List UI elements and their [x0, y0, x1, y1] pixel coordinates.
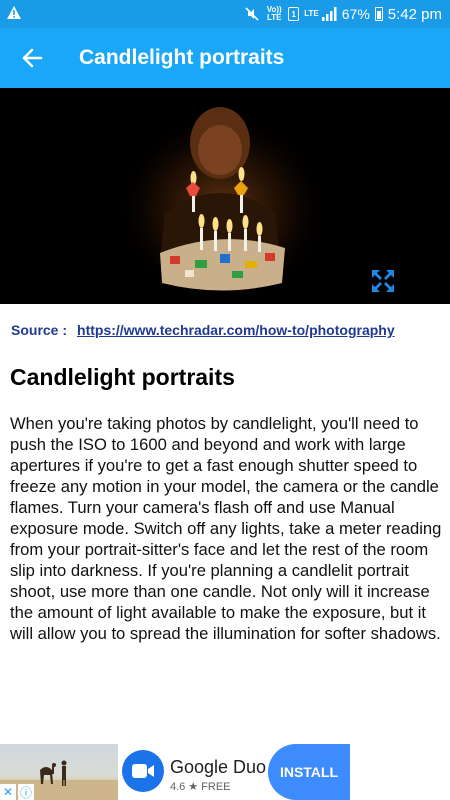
expand-icon: [372, 270, 394, 292]
source-line: Source : https://www.techradar.com/how-t…: [11, 322, 395, 338]
page-title: Candlelight portraits: [79, 46, 285, 69]
volte-icon: Vo)) LTE: [266, 5, 282, 22]
sim-icon: 1: [288, 7, 300, 21]
ad-info-button[interactable]: ⓘ: [18, 784, 34, 800]
source-label: Source :: [11, 322, 68, 338]
lte-label: LTE: [304, 9, 319, 18]
article-body: When you're taking photos by candlelight…: [10, 414, 442, 643]
mute-icon: [244, 6, 260, 22]
article-image[interactable]: [0, 88, 450, 304]
status-bar: Vo)) LTE 1 LTE 67% 5:42 pm: [0, 0, 450, 28]
ad-right-blank: [350, 744, 450, 800]
battery-icon: [374, 7, 383, 21]
star-icon: ★: [188, 781, 199, 793]
signal-icon: LTE: [304, 7, 337, 21]
ad-price: FREE: [201, 780, 231, 793]
ad-close-button[interactable]: ✕: [0, 784, 16, 800]
source-link[interactable]: https://www.techradar.com/how-to/photogr…: [77, 322, 395, 338]
app-bar: Candlelight portraits: [0, 28, 450, 88]
back-button[interactable]: [10, 36, 54, 80]
back-arrow-icon: [22, 48, 43, 68]
duo-camera-icon[interactable]: [122, 750, 164, 792]
warning-icon: [6, 5, 22, 25]
expand-image-button[interactable]: [368, 266, 398, 296]
install-button[interactable]: INSTALL: [268, 744, 350, 800]
clock: 5:42 pm: [387, 5, 442, 23]
ad-app-name[interactable]: Google Duo: [170, 757, 266, 778]
ad-banner[interactable]: ✕ ⓘ Google Duo 4.6 ★ FREE INSTALL: [0, 744, 450, 800]
battery-percent: 67%: [341, 6, 370, 22]
ad-rating: 4.6 ★ FREE: [170, 780, 231, 794]
status-icons: Vo)) LTE 1 LTE 67% 5:42 pm: [244, 0, 442, 28]
ad-badge: ✕ ⓘ: [0, 784, 34, 800]
ad-image[interactable]: ✕ ⓘ: [0, 744, 118, 800]
article-heading: Candlelight portraits: [10, 364, 235, 390]
rating-value: 4.6: [170, 780, 186, 793]
